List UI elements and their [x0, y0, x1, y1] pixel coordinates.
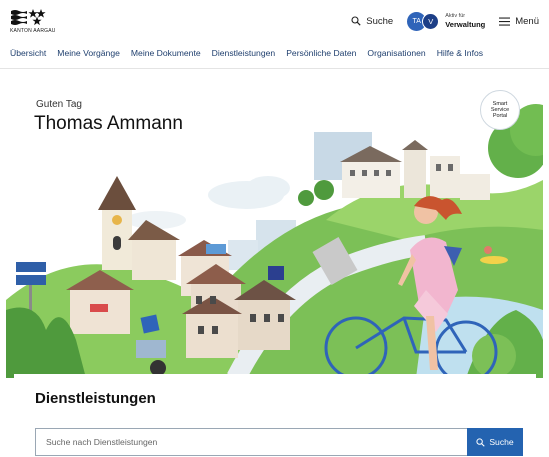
nav-item-hilfe-infos[interactable]: Hilfe & Infos: [437, 48, 483, 66]
role-name: Verwaltung: [445, 19, 486, 29]
greeting: Guten Tag: [36, 99, 82, 110]
active-role[interactable]: Aktiv für Verwaltung: [445, 13, 486, 29]
services-search-box: [35, 428, 467, 456]
header-search-button[interactable]: Suche: [351, 16, 393, 27]
header: KANTON AARGAU Suche TA V Aktiv für Verwa…: [0, 0, 549, 42]
nav-item-dienstleistungen[interactable]: Dienstleistungen: [212, 48, 276, 66]
role-caption: Aktiv für: [445, 13, 466, 19]
header-search-label: Suche: [366, 15, 394, 27]
menu-button[interactable]: Menü: [499, 16, 539, 27]
badge-line-3: Portal: [492, 113, 508, 119]
header-actions: Suche TA V Aktiv für Verwaltung Menü: [351, 10, 539, 32]
services-search-button-label: Suche: [489, 437, 514, 447]
nav-item-uebersicht[interactable]: Übersicht: [10, 48, 46, 66]
role-avatar: V: [422, 13, 440, 30]
logo-mark: [10, 8, 70, 26]
search-icon: [351, 16, 361, 26]
hero-banner: Guten Tag Thomas Ammann Smart Service Po…: [6, 70, 543, 378]
services-search-input[interactable]: [36, 429, 467, 455]
main-navigation: Übersicht Meine Vorgänge Meine Dokumente…: [0, 48, 549, 66]
search-icon: [476, 437, 485, 447]
services-card: Dienstleistungen Suche: [14, 374, 536, 457]
nav-item-meine-dokumente[interactable]: Meine Dokumente: [131, 48, 201, 66]
smart-service-portal-badge: Smart Service Portal: [480, 90, 520, 130]
logo-text: KANTON AARGAU: [10, 28, 56, 34]
nav-item-organisationen[interactable]: Organisationen: [367, 48, 425, 66]
nav-item-persoenliche-daten[interactable]: Persönliche Daten: [286, 48, 356, 66]
nav-divider: [0, 68, 549, 69]
account-switcher[interactable]: TA V: [407, 10, 441, 32]
hamburger-icon: [499, 17, 511, 26]
kanton-aargau-logo[interactable]: KANTON AARGAU: [10, 8, 70, 34]
user-name: Thomas Ammann: [34, 113, 183, 134]
services-search-button[interactable]: Suche: [467, 428, 523, 456]
page: KANTON AARGAU Suche TA V Aktiv für Verwa…: [0, 0, 549, 457]
menu-label: Menü: [515, 15, 539, 27]
services-title: Dienstleistungen: [35, 390, 156, 407]
nav-item-meine-vorgaenge[interactable]: Meine Vorgänge: [57, 48, 120, 66]
